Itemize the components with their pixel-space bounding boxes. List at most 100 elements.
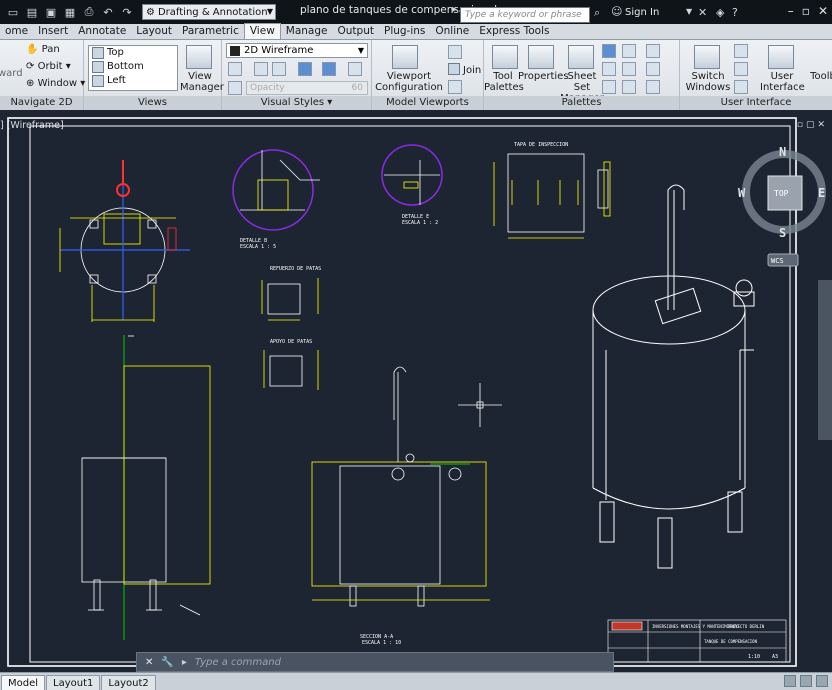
leg-details: REFUERZO DE PATAS APOYO DE PATAS	[261, 266, 321, 390]
viewcube[interactable]: TOP N S W E WCS	[738, 145, 826, 267]
chevron-right-icon[interactable]: ▸	[452, 4, 457, 15]
view-top[interactable]: Top	[89, 46, 177, 60]
tab-parametric[interactable]: Parametric	[177, 24, 244, 39]
named-viewports-icon[interactable]	[448, 45, 462, 59]
title-block: INVERSIONES MONTAJES Y MANTENIMIENTO PRO…	[607, 619, 787, 663]
view-top-label: Top	[107, 47, 124, 58]
tab-manage[interactable]: Manage	[281, 24, 333, 39]
view-left[interactable]: Left	[89, 74, 177, 88]
toolbars-label[interactable]: Toolb	[808, 71, 832, 82]
signin-button[interactable]: Sign In	[625, 7, 659, 18]
quickcalc-icon[interactable]	[622, 80, 636, 94]
cascade-icon[interactable]	[734, 80, 748, 94]
open-icon[interactable]: ▤	[23, 3, 41, 21]
chevron-down-icon[interactable]: ▼	[686, 7, 692, 16]
tile-horizontal-icon[interactable]	[734, 44, 748, 58]
tab-annotate[interactable]: Annotate	[73, 24, 131, 39]
minimize-icon[interactable]: –	[788, 4, 794, 18]
tile-vertical-icon[interactable]	[734, 62, 748, 76]
snap-icon[interactable]	[784, 675, 796, 687]
tab-plugins[interactable]: Plug-ins	[379, 24, 430, 39]
advanced-render-icon[interactable]	[646, 80, 660, 94]
orbit-button[interactable]: ⟳ Orbit ▾	[26, 61, 71, 72]
opacity-slider[interactable]: Opacity 60	[246, 81, 368, 95]
user-interface-label[interactable]: User Interface	[760, 71, 805, 93]
help-icon[interactable]: ?	[732, 6, 738, 19]
binoculars-icon[interactable]: ⌕	[594, 6, 600, 20]
tab-online[interactable]: Online	[430, 24, 474, 39]
saveas-icon[interactable]: ▦	[61, 3, 79, 21]
user-icon[interactable]: ☺	[611, 5, 622, 18]
redo-icon[interactable]: ↷	[118, 3, 136, 21]
switch-windows-label[interactable]: Switch Windows	[684, 71, 732, 93]
panel-title-views: Views	[84, 96, 221, 110]
design-center-icon[interactable]	[602, 44, 616, 58]
calculator-icon[interactable]	[646, 44, 660, 58]
command-line-toggle-icon[interactable]	[602, 80, 616, 94]
face-style-icon[interactable]	[254, 62, 268, 76]
wrench-icon[interactable]: 🔧	[161, 657, 173, 668]
sheet-set-icon[interactable]	[568, 45, 594, 69]
tool-palettes-label[interactable]: Tool Palettes	[484, 71, 524, 93]
tab-home[interactable]: ome	[0, 24, 33, 39]
undo-icon[interactable]: ↶	[99, 3, 117, 21]
tab-layout[interactable]: Layout	[131, 24, 177, 39]
save-icon[interactable]: ▣	[42, 3, 60, 21]
layout-tab-bar: Model Layout1 Layout2	[0, 672, 832, 690]
view-bottom[interactable]: Bottom	[89, 60, 177, 74]
layers-icon[interactable]	[622, 62, 636, 76]
viewport-config-label[interactable]: Viewport Configuration	[374, 71, 444, 93]
tab-insert[interactable]: Insert	[33, 24, 73, 39]
ortho-icon[interactable]	[816, 675, 828, 687]
view-manager-label[interactable]: View Manager	[180, 71, 224, 93]
command-line[interactable]: ✕ 🔧 ▸ Type a command	[136, 652, 614, 672]
tab-layout1[interactable]: Layout1	[46, 675, 101, 690]
restore-viewports-icon[interactable]	[448, 80, 462, 94]
tab-layout2[interactable]: Layout2	[101, 675, 156, 690]
window-zoom-button[interactable]: ⊕ Window ▾	[26, 78, 85, 89]
view-bottom-label: Bottom	[107, 61, 144, 72]
close-icon[interactable]: ✕	[818, 4, 828, 18]
chevron-down-icon: ▼	[266, 7, 273, 16]
tab-output[interactable]: Output	[333, 24, 379, 39]
user-interface-icon[interactable]	[768, 45, 794, 69]
markup-icon[interactable]	[622, 44, 636, 58]
refuerzo-title: REFUERZO DE PATAS	[270, 266, 321, 272]
workspace-selector[interactable]: ⚙ Drafting & Annotation ▼	[142, 4, 276, 20]
close-icon[interactable]: ✕	[145, 657, 153, 668]
drawing-viewport[interactable]: ] [Wireframe] ▫▢✕ DETALLE B ESCALA 1: 5…	[0, 110, 832, 672]
properties-label[interactable]: Properties	[518, 71, 569, 82]
xray-icon[interactable]	[228, 81, 242, 95]
app-icon[interactable]: ◈	[716, 6, 724, 19]
maximize-icon[interactable]: ▫	[802, 4, 810, 18]
tab-model[interactable]: Model	[1, 675, 46, 690]
tab-view[interactable]: View	[243, 23, 281, 39]
background-icon[interactable]	[348, 62, 362, 76]
material-icon[interactable]	[298, 62, 312, 76]
join-button[interactable]: Join	[448, 63, 481, 76]
panel-title-visual-styles[interactable]: Visual Styles ▾	[222, 96, 371, 110]
viewport-config-icon[interactable]	[392, 45, 418, 69]
dbconnect-icon[interactable]	[602, 62, 616, 76]
panel-palettes: Tool Palettes Properties Sheet Set Manag…	[484, 40, 680, 110]
search-input[interactable]: Type a keyword or phrase	[460, 7, 590, 23]
pan-button[interactable]: ✋ Pan	[26, 44, 60, 55]
print-icon[interactable]: ⎙	[80, 3, 98, 21]
tool-palettes-icon[interactable]	[492, 45, 518, 69]
external-refs-icon[interactable]	[646, 62, 660, 76]
tapa-title: TAPA DE INSPECCION	[514, 142, 568, 148]
tab-express-tools[interactable]: Express Tools	[474, 24, 554, 39]
forward-label[interactable]: ward	[0, 68, 23, 79]
wcs-label: WCS	[771, 257, 784, 265]
lighting-icon[interactable]	[272, 62, 286, 76]
view-manager-icon[interactable]	[186, 45, 212, 69]
shadow-icon[interactable]	[322, 62, 336, 76]
command-input[interactable]: Type a command	[195, 657, 281, 668]
exchange-icon[interactable]: ✕	[698, 6, 707, 19]
visual-style-select[interactable]: 2D Wireframe ▼	[226, 43, 368, 58]
new-icon[interactable]: ▭	[4, 3, 22, 21]
switch-windows-icon[interactable]	[694, 45, 720, 69]
grid-icon[interactable]	[800, 675, 812, 687]
properties-icon[interactable]	[528, 45, 554, 69]
edge-effects-icon[interactable]	[228, 62, 242, 76]
